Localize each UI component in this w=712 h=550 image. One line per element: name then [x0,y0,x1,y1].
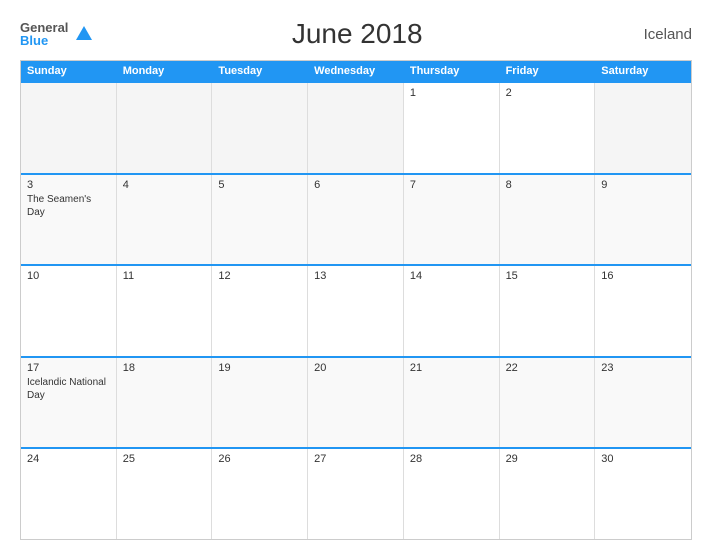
month-title: June 2018 [92,18,622,50]
day-cell-17: 17 Icelandic National Day [21,358,117,448]
day-cell-empty [21,83,117,173]
day-number: 12 [218,270,301,282]
week-row-4: 17 Icelandic National Day 18 19 20 21 22 [21,356,691,448]
day-number: 30 [601,453,685,465]
week-row-2: 3 The Seamen's Day 4 5 6 7 8 [21,173,691,265]
day-cell-12: 12 [212,266,308,356]
day-cell-16: 16 [595,266,691,356]
day-number: 19 [218,362,301,374]
day-cell-3: 3 The Seamen's Day [21,175,117,265]
day-number: 8 [506,179,589,191]
day-cell-30: 30 [595,449,691,539]
day-cell-27: 27 [308,449,404,539]
day-number: 25 [123,453,206,465]
day-header-thursday: Thursday [404,61,500,81]
day-cell-7: 7 [404,175,500,265]
country-label: Iceland [622,26,692,43]
day-header-monday: Monday [117,61,213,81]
day-number: 13 [314,270,397,282]
day-cell-empty [308,83,404,173]
day-cell-1: 1 [404,83,500,173]
day-number: 23 [601,362,685,374]
day-event: Icelandic National Day [27,377,106,401]
day-cell-6: 6 [308,175,404,265]
day-cell-4: 4 [117,175,213,265]
day-number: 18 [123,362,206,374]
day-cell-9: 9 [595,175,691,265]
day-cell-15: 15 [500,266,596,356]
day-cell-empty [595,83,691,173]
day-number: 15 [506,270,589,282]
day-number: 16 [601,270,685,282]
day-cell-2: 2 [500,83,596,173]
day-cell-20: 20 [308,358,404,448]
day-cell-empty [212,83,308,173]
day-cell-25: 25 [117,449,213,539]
day-cell-19: 19 [212,358,308,448]
day-number: 26 [218,453,301,465]
logo-blue-text: Blue [20,34,68,47]
day-number: 14 [410,270,493,282]
day-number: 7 [410,179,493,191]
calendar-grid: Sunday Monday Tuesday Wednesday Thursday… [20,60,692,540]
day-number: 6 [314,179,397,191]
day-number: 10 [27,270,110,282]
day-header-sunday: Sunday [21,61,117,81]
day-number: 5 [218,179,301,191]
day-cell-14: 14 [404,266,500,356]
day-number: 29 [506,453,589,465]
day-number: 24 [27,453,110,465]
day-number: 2 [506,87,589,99]
day-cell-11: 11 [117,266,213,356]
day-cell-13: 13 [308,266,404,356]
day-cell-22: 22 [500,358,596,448]
day-number: 28 [410,453,493,465]
day-header-wednesday: Wednesday [308,61,404,81]
day-cell-18: 18 [117,358,213,448]
week-row-1: 1 2 [21,81,691,173]
day-number: 17 [27,362,110,374]
day-cell-21: 21 [404,358,500,448]
logo-triangle-icon [76,26,92,40]
day-cell-24: 24 [21,449,117,539]
day-number: 22 [506,362,589,374]
day-cell-23: 23 [595,358,691,448]
day-header-friday: Friday [500,61,596,81]
day-number: 3 [27,179,110,191]
day-cell-28: 28 [404,449,500,539]
day-cell-26: 26 [212,449,308,539]
day-cell-29: 29 [500,449,596,539]
day-headers-row: Sunday Monday Tuesday Wednesday Thursday… [21,61,691,81]
week-row-3: 10 11 12 13 14 15 16 [21,264,691,356]
day-number: 27 [314,453,397,465]
weeks-container: 1 2 3 The Seamen's Day 4 5 [21,81,691,539]
day-number: 4 [123,179,206,191]
day-cell-8: 8 [500,175,596,265]
day-cell-empty [117,83,213,173]
logo: General Blue [20,21,92,47]
day-number: 20 [314,362,397,374]
day-number: 9 [601,179,685,191]
day-event: The Seamen's Day [27,194,91,218]
day-number: 11 [123,270,206,282]
day-number: 21 [410,362,493,374]
day-cell-10: 10 [21,266,117,356]
day-cell-5: 5 [212,175,308,265]
header: General Blue June 2018 Iceland [20,18,692,50]
day-number: 1 [410,87,493,99]
week-row-5: 24 25 26 27 28 29 30 [21,447,691,539]
calendar-page: General Blue June 2018 Iceland Sunday Mo… [0,0,712,550]
day-header-saturday: Saturday [595,61,691,81]
day-header-tuesday: Tuesday [212,61,308,81]
